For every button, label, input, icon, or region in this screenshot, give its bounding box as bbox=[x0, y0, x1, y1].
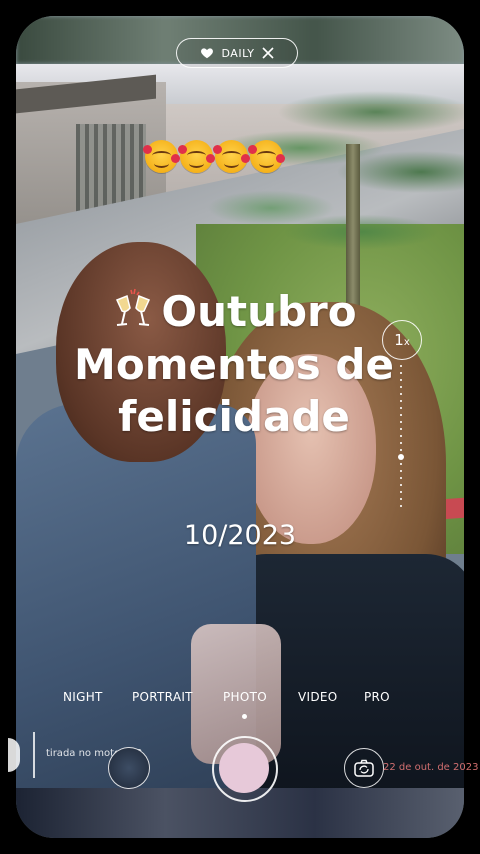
daily-badge[interactable]: DAILY bbox=[176, 38, 298, 68]
camera-mode-bar: NIGHT PORTRAIT PHOTO VIDEO PRO bbox=[0, 690, 480, 710]
mode-portrait[interactable]: PORTRAIT bbox=[132, 690, 193, 704]
close-icon[interactable] bbox=[262, 47, 275, 59]
zoom-button[interactable]: 1x bbox=[382, 320, 422, 360]
shutter-button[interactable] bbox=[219, 743, 269, 793]
title-line-3: felicidade bbox=[118, 392, 350, 441]
zoom-value: 1 bbox=[394, 331, 404, 349]
divider bbox=[33, 732, 35, 778]
palm-leaves bbox=[166, 64, 464, 304]
mode-selected-indicator bbox=[242, 714, 247, 719]
mode-night[interactable]: NIGHT bbox=[63, 690, 103, 704]
zoom-slider-handle[interactable] bbox=[398, 454, 404, 460]
gallery-thumbnail[interactable] bbox=[108, 747, 150, 789]
smiling-face-with-hearts-icon bbox=[178, 140, 215, 173]
emoji-row bbox=[143, 140, 285, 173]
story-date: 10/2023 bbox=[183, 520, 297, 551]
heart-icon bbox=[200, 48, 213, 59]
title-line-1: Outubro bbox=[161, 287, 357, 336]
title-line-2: Momentos de bbox=[74, 339, 394, 389]
smiling-face-with-hearts-icon bbox=[213, 140, 250, 173]
mode-photo[interactable]: PHOTO bbox=[223, 690, 267, 704]
smiling-face-with-hearts-icon bbox=[248, 140, 285, 173]
switch-camera-icon bbox=[354, 759, 374, 777]
mode-pro[interactable]: PRO bbox=[364, 690, 390, 704]
zoom-unit: x bbox=[403, 336, 410, 348]
clinking-glasses-icon bbox=[116, 288, 151, 326]
zoom-slider-track[interactable] bbox=[400, 365, 402, 510]
photo-date-stamp: 22 de out. de 2023 bbox=[383, 762, 479, 773]
switch-camera-button[interactable] bbox=[344, 748, 384, 788]
smiling-face-with-hearts-icon bbox=[143, 140, 180, 173]
story-title: Outubro Momentos de felicidade bbox=[24, 286, 444, 444]
daily-label: DAILY bbox=[221, 46, 255, 60]
mode-video[interactable]: VIDEO bbox=[298, 690, 338, 704]
